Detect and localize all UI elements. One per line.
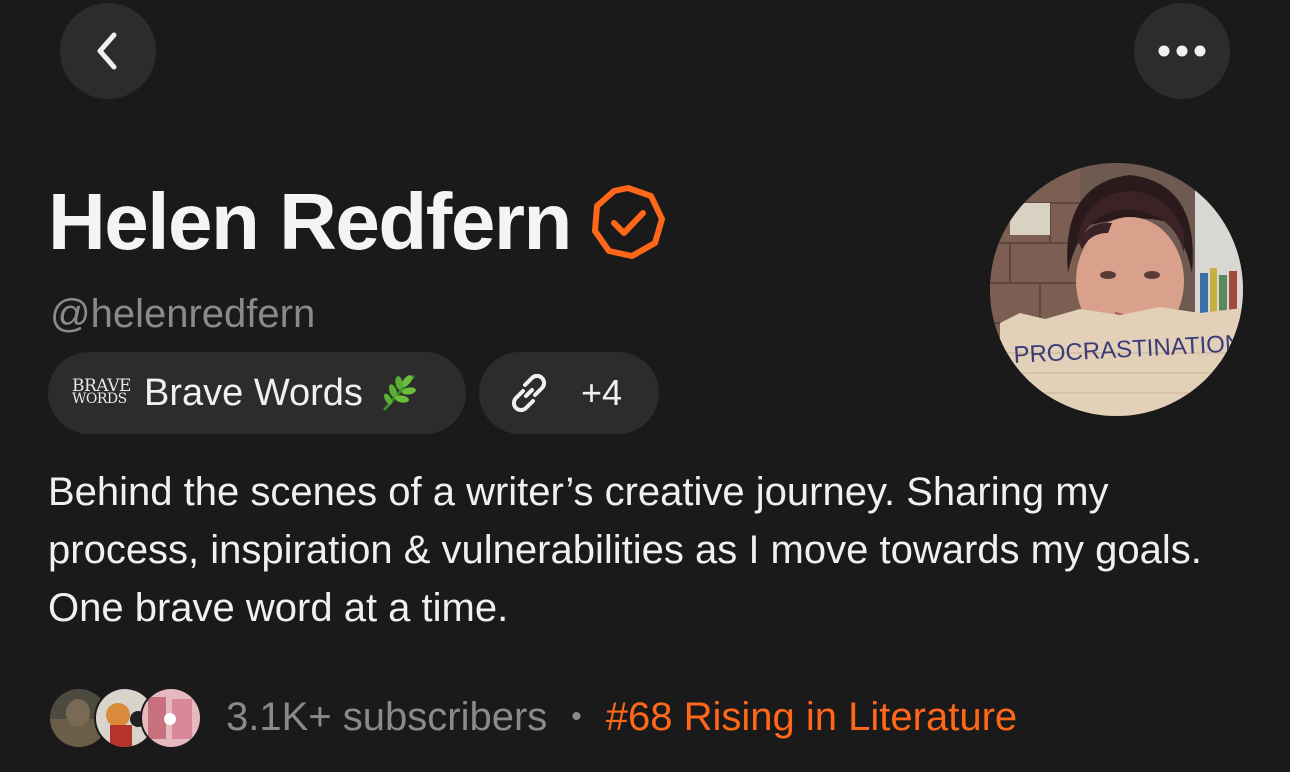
ranking-link[interactable]: #68 Rising in Literature [606, 695, 1017, 740]
profile-handle: @helenredfern [50, 292, 316, 336]
verified-badge-icon [589, 183, 667, 261]
subscriber-avatar [140, 687, 202, 749]
subscriber-avatars [48, 687, 202, 749]
profile-bio: Behind the scenes of a writer’s creative… [48, 470, 1202, 630]
link-icon [511, 373, 547, 413]
profile-stats: 3.1K+ subscribers • #68 Rising in Litera… [48, 686, 1017, 749]
ellipsis-icon [1158, 45, 1206, 57]
publication-logo-line2: WORDS [72, 391, 127, 407]
publication-logo: BRAVE WORDS [72, 373, 134, 413]
links-pill[interactable]: +4 [479, 352, 659, 434]
publication-pill[interactable]: BRAVE WORDS Brave Words [48, 352, 466, 434]
links-count: +4 [581, 372, 623, 413]
publication-name: Brave Words [144, 371, 363, 414]
profile-name: Helen Redfern [48, 177, 572, 266]
subscriber-count[interactable]: 3.1K+ subscribers [226, 695, 547, 740]
profile-avatar: PROCRASTINATION [990, 163, 1243, 416]
more-options-button[interactable] [1134, 3, 1230, 99]
back-button[interactable] [60, 3, 156, 99]
herb-icon [383, 375, 416, 411]
chevron-left-icon [97, 32, 117, 70]
profile-name-row: Helen Redfern [48, 172, 667, 272]
stats-separator: • [571, 700, 582, 733]
